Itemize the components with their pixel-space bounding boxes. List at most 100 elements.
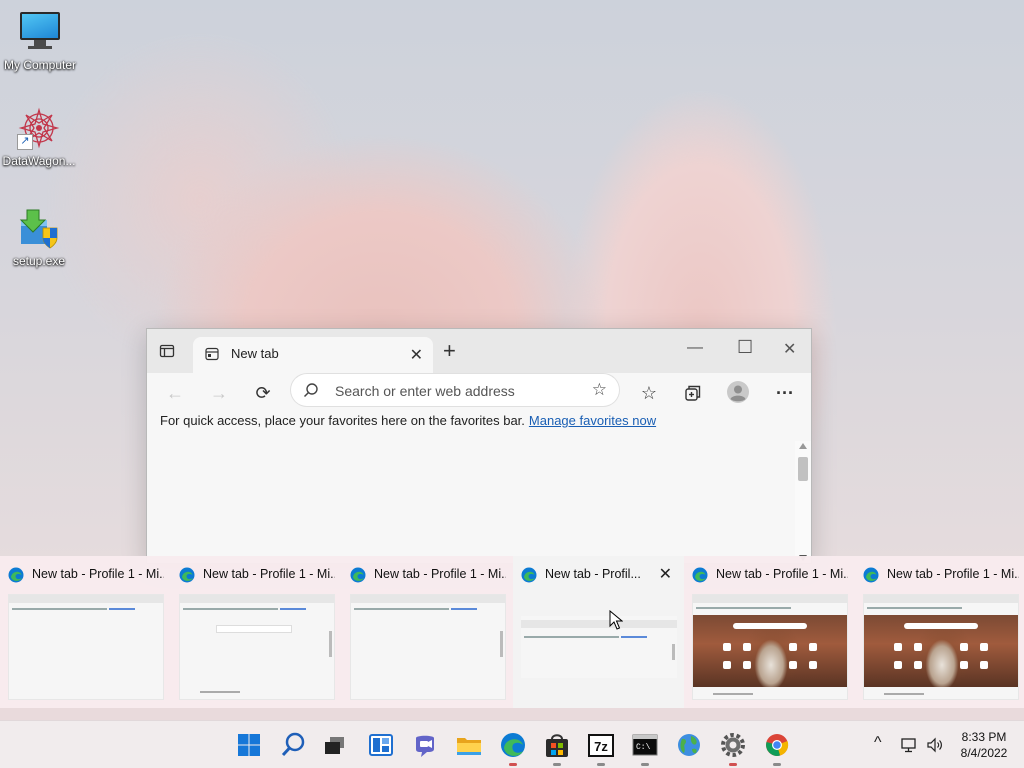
toolbar: ← → ⟳ ☆ ☆ ··· [147, 373, 811, 413]
terminal-button[interactable]: C:\ [630, 730, 660, 766]
thumbnail-preview [179, 594, 335, 700]
microsoft-store-button[interactable] [542, 730, 572, 766]
back-arrow-icon[interactable]: ← [165, 383, 185, 403]
favorites-message-text: For quick access, place your favorites h… [160, 413, 525, 428]
maximize-button[interactable]: ☐ [737, 337, 753, 358]
edge-icon [692, 567, 708, 583]
edge-taskbar-button[interactable] [498, 730, 528, 766]
manage-favorites-link[interactable]: Manage favorites now [529, 413, 656, 428]
running-indicator [729, 763, 737, 766]
network-globe-button[interactable] [674, 730, 704, 760]
running-indicator [509, 763, 517, 766]
new-tab-button[interactable]: + [443, 340, 456, 362]
taskbar-thumbnail-flyout: New tab - Profile 1 - Mi... New tab - Pr… [0, 556, 1024, 708]
thumbnail-title: New tab - Profile 1 - Mi... [887, 567, 1019, 581]
edge-icon [350, 567, 366, 583]
edge-icon [521, 567, 537, 583]
chrome-button[interactable] [762, 730, 792, 766]
chrome-icon [766, 734, 789, 756]
7zip-icon: 7z [588, 734, 614, 757]
running-indicator [597, 763, 605, 766]
start-windows-icon[interactable] [234, 730, 264, 760]
profile-avatar-icon[interactable] [727, 381, 749, 403]
edge-browser-window: New tab ✕ + — ☐ ✕ ← → ⟳ ☆ ☆ [146, 328, 812, 564]
background-photo [693, 615, 847, 687]
mouse-pointer-icon [609, 610, 623, 630]
desktop-icon-my-computer[interactable]: My Computer [0, 10, 80, 72]
shortcut-arrow-icon: ↗ [17, 134, 33, 150]
7zip-button[interactable]: 7z [586, 730, 616, 766]
favorites-icon[interactable]: ☆ [639, 383, 659, 403]
clock-time: 8:33 PM [961, 730, 1007, 744]
file-explorer-icon[interactable] [454, 730, 484, 760]
terminal-icon: C:\ [632, 734, 658, 756]
desktop-icon-label: My Computer [3, 58, 77, 72]
task-view-icon[interactable] [320, 730, 350, 760]
forward-arrow-icon[interactable]: → [209, 383, 229, 403]
setup-installer-icon [17, 206, 61, 250]
desktop-icon-setup-exe[interactable]: setup.exe [0, 206, 79, 268]
running-indicator [553, 763, 561, 766]
edge-icon [179, 567, 195, 583]
address-bar[interactable]: ☆ [291, 374, 619, 406]
window-thumbnail[interactable]: New tab - Profile 1 - Mi... [855, 556, 1024, 708]
store-bag-icon [546, 734, 568, 757]
volume-icon[interactable] [926, 736, 944, 754]
running-indicator [773, 763, 781, 766]
thumbnail-preview [863, 594, 1019, 700]
thumbnail-preview [521, 616, 677, 678]
system-clock[interactable]: 8:33 PM 8/4/2022 [950, 729, 1018, 761]
desktop-icon-label: DataWagon... [2, 154, 76, 168]
svg-text:C:\: C:\ [636, 743, 651, 752]
globe-icon [678, 734, 700, 756]
taskbar: 7z C:\ ^ [0, 720, 1024, 768]
tab-strip: New tab ✕ + — ☐ ✕ [147, 329, 811, 373]
favorites-bar-message: For quick access, place your favorites h… [160, 413, 656, 429]
collections-icon[interactable] [683, 383, 703, 403]
thumbnail-title: New tab - Profile 1 - Mi... [32, 567, 164, 581]
favorites-bar: For quick access, place your favorites h… [147, 413, 811, 444]
thumbnail-title: New tab - Profile 1 - Mi... [203, 567, 335, 581]
show-hidden-icons-chevron-up-icon[interactable]: ^ [874, 734, 882, 752]
thumbnail-preview [8, 594, 164, 700]
page-content [147, 441, 811, 563]
edge-icon [501, 733, 525, 757]
refresh-icon[interactable]: ⟳ [253, 383, 273, 403]
window-thumbnail[interactable]: New tab - Profile 1 - Mi... [684, 556, 855, 708]
teams-chat-icon[interactable] [410, 730, 440, 760]
thumbnail-preview [350, 594, 506, 700]
tab-actions-icon[interactable] [159, 343, 175, 359]
window-thumbnail[interactable]: New tab - Profile 1 - Mi... [171, 556, 342, 708]
thumbnail-title: New tab - Profil... [545, 567, 641, 581]
search-icon [303, 383, 318, 398]
vertical-scrollbar[interactable] [795, 441, 811, 563]
gear-icon [721, 733, 745, 757]
desktop-icon-label: setup.exe [12, 254, 66, 268]
search-icon[interactable] [278, 730, 308, 760]
background-photo [864, 615, 1018, 687]
more-menu-icon[interactable]: ··· [775, 383, 795, 403]
edge-icon [863, 567, 879, 583]
desktop-icon-datawagon[interactable]: ↗ DataWagon... [0, 106, 79, 168]
scroll-thumb[interactable] [798, 457, 808, 481]
close-thumbnail-icon[interactable]: ✕ [659, 564, 672, 584]
minimize-button[interactable]: — [687, 339, 703, 357]
window-thumbnail[interactable]: New tab - Profile 1 - Mi... [0, 556, 171, 708]
tab-title: New tab [231, 346, 279, 361]
widgets-icon[interactable] [366, 730, 396, 760]
clock-date: 8/4/2022 [960, 746, 1008, 760]
scroll-up-arrow-icon[interactable] [799, 443, 807, 449]
tab-new-tab[interactable]: New tab ✕ [193, 337, 433, 373]
network-icon[interactable] [900, 736, 918, 754]
window-thumbnail[interactable]: New tab - Profile 1 - Mi... [342, 556, 513, 708]
svg-text:7z: 7z [594, 739, 608, 754]
settings-button[interactable] [718, 730, 748, 766]
add-favorite-star-icon[interactable]: ☆ [592, 380, 607, 400]
edge-icon [8, 567, 24, 583]
close-tab-icon[interactable]: ✕ [410, 345, 423, 365]
close-window-button[interactable]: ✕ [783, 339, 796, 359]
window-thumbnail-active[interactable]: New tab - Profil... ✕ [513, 556, 684, 708]
address-input[interactable] [333, 380, 577, 402]
thumbnail-title: New tab - Profile 1 - Mi... [374, 567, 506, 581]
new-tab-page-icon [205, 347, 219, 361]
